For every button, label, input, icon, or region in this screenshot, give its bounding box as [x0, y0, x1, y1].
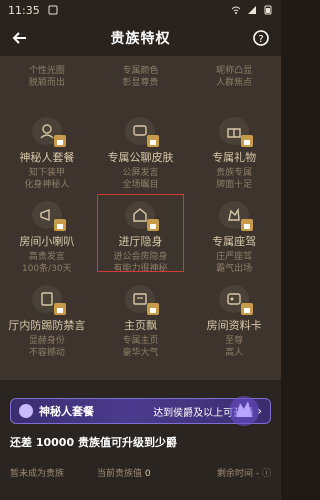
arrow-left-icon	[12, 32, 26, 44]
privilege-item[interactable]: 房间资料卡 至尊 高人	[187, 275, 281, 359]
protect-icon	[31, 285, 66, 315]
privilege-item[interactable]: 厅内防踢防禁言 显赫身份 不容撼动	[0, 275, 94, 359]
svg-text:?: ?	[258, 34, 263, 45]
megaphone-icon	[31, 201, 66, 231]
privilege-item[interactable]: 专属公聊皮肤 公屏发言 全场瞩目	[94, 107, 188, 191]
privilege-item[interactable]: 房间小喇叭 高贵发言 100条/30天	[0, 191, 94, 275]
help-button[interactable]: ?	[249, 26, 273, 50]
notification-icon	[48, 5, 58, 15]
privilege-item[interactable]: 专属礼物 贵族专属 牌面十足	[187, 107, 281, 191]
package-banner[interactable]: 神秘人套餐 达到侯爵及以上可开通 ›	[10, 396, 271, 426]
privilege-item[interactable]: 专属颜色 彰显尊贵	[94, 56, 188, 107]
page-title: 贵族特权	[110, 31, 171, 47]
privilege-item[interactable]: 个性光圈 脱颖而出	[0, 56, 94, 107]
remaining-time: 剩余时间 - ⓘ	[217, 469, 271, 479]
gift-icon	[219, 117, 254, 147]
lock-icon	[53, 219, 66, 231]
lock-icon	[241, 303, 254, 315]
help-icon: ?	[253, 30, 269, 46]
privilege-item-selected[interactable]: 进厅隐身 进公会房隐身 有能力很神秘	[94, 191, 188, 275]
homepage-icon	[125, 285, 160, 315]
privilege-item[interactable]: 专属座驾 庄严座驾 霸气出场	[187, 191, 281, 275]
current-noble-value: 当前贵族值 0	[97, 469, 151, 479]
bottom-panel: 神秘人套餐 达到侯爵及以上可开通 › 还差 10000 贵族值可升级到少爵 暂未…	[0, 380, 281, 500]
noble-status: 暂未成为贵族	[10, 469, 65, 479]
upgrade-progress-text: 还差 10000 贵族值可升级到少爵	[10, 436, 177, 449]
card-icon	[219, 285, 254, 315]
noble-info-row: 暂未成为贵族 当前贵族值 0 剩余时间 - ⓘ	[10, 466, 271, 479]
lock-icon	[53, 303, 66, 315]
mount-icon	[219, 201, 254, 231]
clock: 11:35	[8, 3, 40, 17]
info-icon[interactable]: ⓘ	[262, 469, 271, 479]
lock-icon	[147, 135, 160, 147]
status-bar: 11:35	[0, 0, 281, 20]
noble-avatar-icon	[229, 396, 259, 426]
wifi-icon	[231, 5, 241, 15]
privilege-grid: 个性光圈 脱颖而出 专属颜色 彰显尊贵 昵称凸显 人群焦点 神秘人套餐 知下装甲…	[0, 56, 281, 359]
chat-skin-icon	[125, 117, 160, 147]
hide-icon	[125, 201, 160, 231]
mystery-icon	[31, 117, 66, 147]
signal-icon	[247, 5, 257, 15]
toolbar: 贵族特权 ?	[0, 20, 281, 56]
lock-icon	[53, 135, 66, 147]
lock-icon	[147, 303, 160, 315]
lock-icon	[241, 219, 254, 231]
privilege-grid-scroll[interactable]: 个性光圈 脱颖而出 专属颜色 彰显尊贵 昵称凸显 人群焦点 神秘人套餐 知下装甲…	[0, 56, 281, 380]
privilege-item[interactable]: 昵称凸显 人群焦点	[187, 56, 281, 107]
lock-icon	[241, 135, 254, 147]
privilege-item[interactable]: 主页飘 专属主页 豪华大气	[94, 275, 188, 359]
diamond-icon	[19, 404, 33, 418]
privilege-item[interactable]: 神秘人套餐 知下装甲 化身神秘人	[0, 107, 94, 191]
lock-icon	[147, 219, 160, 231]
battery-icon	[263, 5, 273, 15]
back-button[interactable]	[8, 26, 32, 50]
